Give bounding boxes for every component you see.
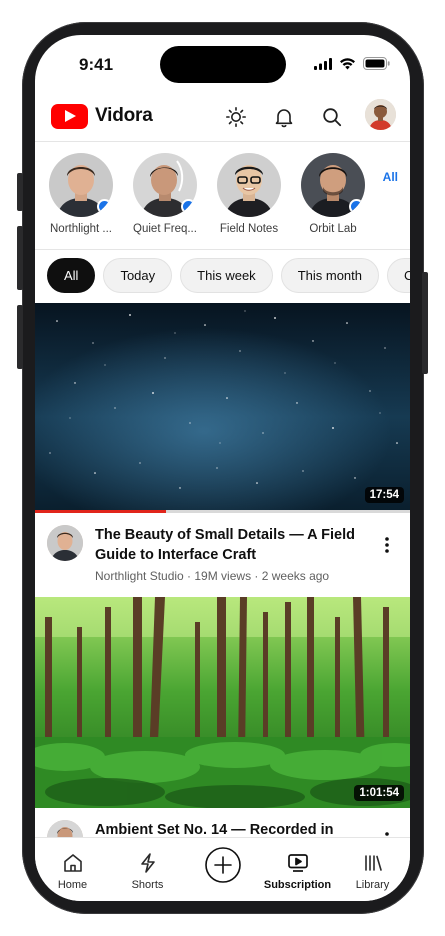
new-content-dot (349, 199, 364, 214)
shorts-icon (140, 853, 155, 873)
all-channels-link[interactable]: All (383, 170, 398, 184)
create-icon (204, 847, 241, 883)
video-duration: 17:54 (364, 487, 404, 503)
filter-chips: All Today This week This month C (47, 258, 410, 293)
home-icon (63, 854, 82, 872)
app-name: Vidora (95, 105, 153, 126)
more-vertical-icon (385, 537, 389, 553)
chip-this-month[interactable]: This month (280, 258, 379, 293)
library-icon (364, 855, 382, 871)
channel-name: Orbit Lab (309, 223, 357, 235)
account-avatar[interactable] (365, 99, 396, 130)
wifi-icon (340, 57, 355, 69)
bell-icon (275, 109, 293, 128)
channel-avatar (217, 153, 281, 217)
video-thumbnail[interactable]: 1:01:54 (35, 597, 410, 808)
subscribed-channels-row: Northlight ... Quiet Freq... Field Notes… (35, 150, 410, 250)
channel-avatar (301, 153, 365, 217)
channel-item[interactable]: Quiet Freq... (123, 153, 207, 235)
new-content-dot (181, 199, 196, 214)
channel-item[interactable]: Orbit Lab (291, 153, 375, 235)
video-metadata: Northlight Studio · 19M views · 2 weeks … (95, 569, 330, 583)
channel-name: Quiet Freq... (133, 223, 197, 235)
volume-down-button (17, 305, 23, 369)
notifications-button[interactable] (271, 104, 297, 130)
video-duration: 1:01:54 (354, 785, 404, 801)
app-header: Vidora (35, 95, 410, 141)
video-more-button[interactable] (384, 535, 390, 555)
forest-thumbnail-image (35, 597, 410, 808)
tab-shorts[interactable]: Shorts (110, 838, 185, 901)
bottom-tab-bar: Home Shorts Subscription Library (35, 837, 410, 901)
tab-label: Subscription (263, 879, 332, 891)
tab-create[interactable] (185, 838, 260, 901)
dynamic-island (160, 46, 286, 83)
channel-item[interactable]: Northlight ... (39, 153, 123, 235)
chip-overflow[interactable]: C (387, 258, 410, 293)
sun-icon (226, 107, 246, 127)
silent-switch (17, 173, 23, 211)
tab-label: Home (57, 879, 88, 891)
search-button[interactable] (319, 104, 345, 130)
status-bar: 9:41 (35, 35, 410, 95)
chip-this-week[interactable]: This week (180, 258, 273, 293)
volume-up-button (17, 226, 23, 290)
status-time: 9:41 (79, 55, 114, 74)
power-button (422, 272, 428, 374)
channels-divider (35, 249, 410, 250)
channel-avatar (133, 153, 197, 217)
subscriptions-icon (287, 854, 308, 872)
cellular-signal-icon (314, 57, 332, 70)
battery-icon (363, 57, 390, 70)
header-divider (35, 141, 410, 142)
video-channel-avatar[interactable] (47, 525, 83, 561)
tab-library[interactable]: Library (335, 838, 410, 901)
tab-subscription[interactable]: Subscription (260, 838, 335, 901)
video-info[interactable]: The Beauty of Small Details — A Field Gu… (35, 513, 410, 597)
channel-name: Northlight ... (50, 223, 112, 235)
channel-item[interactable]: Field Notes (207, 153, 291, 235)
search-icon (323, 108, 342, 127)
theme-toggle-button[interactable] (223, 104, 249, 130)
channel-name: Field Notes (219, 223, 279, 235)
video-title[interactable]: The Beauty of Small Details — A Field Gu… (95, 525, 360, 565)
app-logo[interactable] (51, 104, 88, 129)
tab-home[interactable]: Home (35, 838, 110, 901)
app-screen: 9:41 Vidora Northlight ... Quiet Freq...… (35, 35, 410, 901)
tab-label: Library (355, 879, 390, 891)
new-content-dot (97, 199, 112, 214)
channel-avatar (49, 153, 113, 217)
chip-today[interactable]: Today (103, 258, 173, 293)
tab-label: Shorts (131, 879, 164, 891)
video-thumbnail[interactable]: 17:54 (35, 303, 410, 510)
night-sky-thumbnail-image (35, 303, 410, 510)
chip-all[interactable]: All (47, 258, 96, 293)
